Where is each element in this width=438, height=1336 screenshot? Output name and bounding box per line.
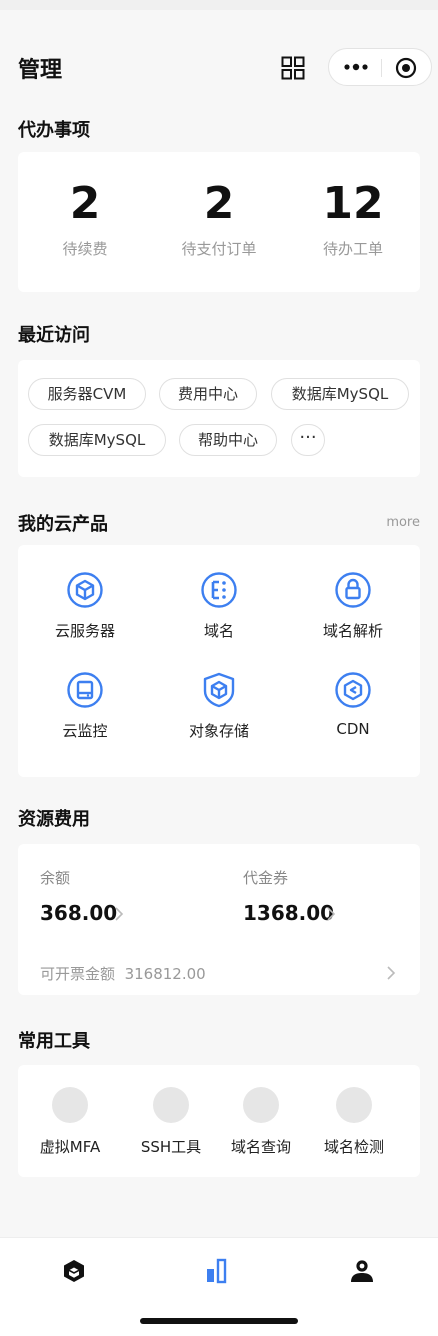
header: 管理 [0,44,438,90]
dns-lock-icon [335,572,371,608]
todo-unpaid-orders[interactable]: 2 待支付订单 [152,152,286,259]
invoice-label: 可开票金额 [40,965,116,983]
tool-virtual-mfa[interactable]: 虚拟MFA [20,1087,120,1157]
product-label: 云服务器 [54,622,115,640]
product-label: 域名 [203,622,234,640]
todo-count: 12 [322,178,384,229]
monitor-icon [67,672,103,708]
tool-icon-placeholder [153,1087,189,1123]
tool-domain-lookup[interactable]: 域名查询 [211,1087,311,1157]
invoice-text: 可开票金额 316812.00 [40,963,206,984]
todos-section-title: 代办事项 [18,120,90,141]
mini-program-capsule [328,48,432,86]
recent-more-button[interactable]: ··· [291,424,325,456]
domain-icon [201,572,237,608]
product-label: 域名解析 [322,622,383,640]
storage-shield-icon [203,672,235,708]
product-cdn[interactable]: CDN [286,671,420,738]
recent-chip-mysql[interactable]: 数据库MySQL [271,378,409,410]
tool-domain-check[interactable]: 域名检测 [304,1087,404,1157]
tool-ssh[interactable]: SSH工具 [121,1087,221,1157]
product-cloud-server[interactable]: 云服务器 [18,571,152,641]
user-icon[interactable] [349,1258,375,1284]
todo-count: 2 [203,178,235,229]
grid-icon[interactable] [281,56,305,80]
fees-card: 余额 368.00 代金券 1368.00 可开票金额 316812.00 [18,844,420,995]
tool-label: 域名检测 [323,1138,384,1156]
recent-chip-mysql-2[interactable]: 数据库MySQL [28,424,166,456]
chevron-right-icon [387,966,396,980]
todo-label: 待办工单 [322,240,383,258]
product-label: 对象存储 [188,722,249,740]
todo-label: 待续费 [62,240,108,258]
capsule-divider [381,59,382,77]
invoice-value: 316812.00 [124,965,206,983]
balance-value: 368.00 [40,901,118,925]
todo-tickets[interactable]: 12 待办工单 [286,152,420,259]
tools-section-title: 常用工具 [18,1031,90,1052]
voucher-label: 代金券 [243,869,289,887]
balance-label: 余额 [40,869,71,887]
chevron-right-icon [327,907,336,921]
todo-label: 待支付订单 [181,240,257,258]
page-title: 管理 [18,58,63,83]
tool-icon-placeholder [52,1087,88,1123]
product-object-storage[interactable]: 对象存储 [152,671,286,741]
todo-renewal[interactable]: 2 待续费 [18,152,152,259]
products-more-link[interactable]: more [386,515,420,530]
cube-icon[interactable] [61,1258,87,1284]
product-label: 云监控 [62,722,108,740]
product-monitor[interactable]: 云监控 [18,671,152,741]
tool-label: SSH工具 [140,1138,202,1156]
recent-card: 服务器CVM 费用中心 数据库MySQL 数据库MySQL 帮助中心 ··· [18,360,420,477]
status-bar [0,0,438,10]
more-dots-icon[interactable] [343,58,369,76]
fees-section-title: 资源费用 [18,809,90,830]
tool-label: 虚拟MFA [39,1138,101,1156]
tool-icon-placeholder [243,1087,279,1123]
cloud-server-icon [67,572,103,608]
target-icon[interactable] [395,57,417,79]
product-label: CDN [336,720,370,738]
todo-count: 2 [69,178,101,229]
todos-card: 2 待续费 2 待支付订单 12 待办工单 [18,152,420,292]
home-indicator [140,1318,298,1324]
recent-chip-help[interactable]: 帮助中心 [179,424,277,456]
recent-section-title: 最近访问 [18,325,90,346]
recent-chip-cvm[interactable]: 服务器CVM [28,378,146,410]
tool-icon-placeholder [336,1087,372,1123]
chevron-right-icon [115,907,124,921]
recent-chip-billing[interactable]: 费用中心 [159,378,257,410]
chart-bars-icon[interactable] [206,1258,232,1284]
product-domain[interactable]: 域名 [152,571,286,641]
products-card: 云服务器 域名 域名解析 云监控 对象存储 CDN [18,545,420,777]
products-section-title: 我的云产品 [18,514,108,535]
voucher-value: 1368.00 [243,901,335,925]
tool-label: 域名查询 [230,1138,291,1156]
cdn-icon [335,672,371,708]
tools-card: 虚拟MFA SSH工具 域名查询 域名检测 [18,1065,420,1177]
product-dns[interactable]: 域名解析 [286,571,420,641]
